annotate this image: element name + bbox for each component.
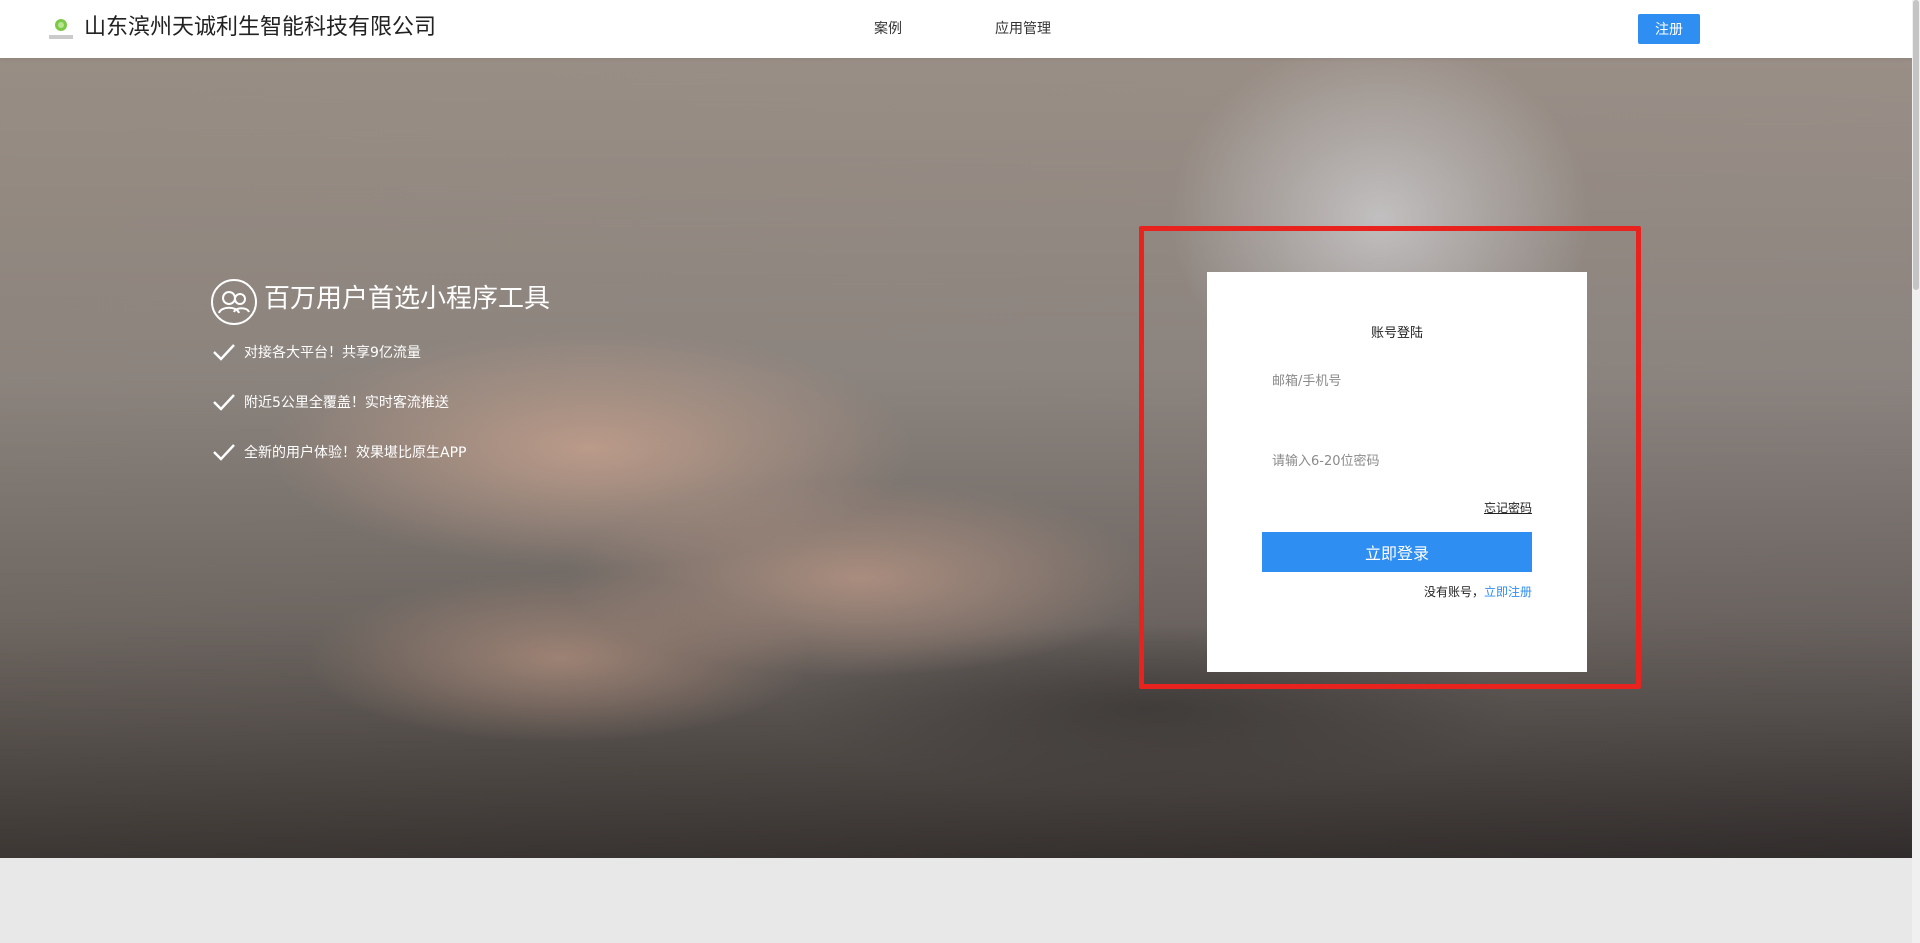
login-card: 账号登陆 忘记密码 立即登录 没有账号，立即注册 [1207,272,1587,672]
users-icon [211,279,257,325]
forgot-password-link[interactable]: 忘记密码 [1484,499,1532,516]
nav-item-app-management[interactable]: 应用管理 [995,19,1051,39]
no-account-text: 没有账号， [1423,585,1484,599]
brand-name[interactable]: 山东滨州天诚利生智能科技有限公司 [84,13,436,43]
feature-item: 全新的用户体验！效果堪比原生APP [212,441,466,463]
feature-text: 全新的用户体验！效果堪比原生APP [244,445,467,461]
account-input[interactable] [1262,365,1532,397]
password-input[interactable] [1262,445,1532,477]
register-prompt: 没有账号，立即注册 [1424,583,1532,600]
top-header: 山东滨州天诚利生智能科技有限公司 案例 应用管理 注册 [0,0,1920,58]
check-icon [213,394,235,411]
login-button[interactable]: 立即登录 [1262,532,1532,572]
scrollbar-thumb[interactable] [1913,0,1919,290]
hero-title: 百万用户首选小程序工具 [264,284,551,314]
feature-item: 对接各大平台！共享9亿流量 [212,341,421,363]
register-button[interactable]: 注册 [1638,14,1700,44]
register-link[interactable]: 立即注册 [1484,585,1532,599]
check-icon [213,444,235,461]
feature-text: 对接各大平台！共享9亿流量 [244,345,421,361]
nav-item-cases[interactable]: 案例 [874,19,902,39]
login-title: 账号登陆 [1370,326,1423,341]
logo-icon[interactable] [46,16,76,44]
feature-item: 附近5公里全覆盖！实时客流推送 [212,391,449,413]
feature-text: 附近5公里全覆盖！实时客流推送 [244,395,449,411]
page-scrollbar[interactable] [1912,0,1920,943]
check-icon [213,344,235,361]
